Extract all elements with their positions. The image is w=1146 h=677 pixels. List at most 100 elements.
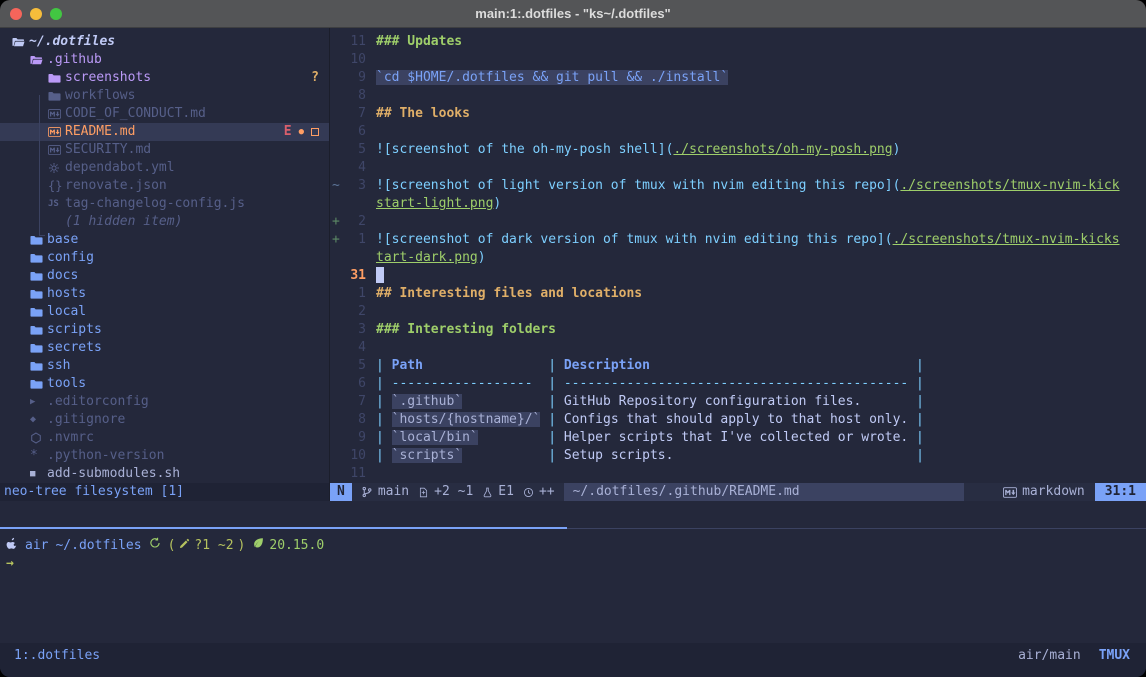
tree-item-hosts[interactable]: hosts	[0, 285, 329, 303]
script-file-icon: ■	[30, 465, 47, 483]
tree-item-github[interactable]: .github	[0, 51, 329, 69]
terminal-content: ~/.dotfiles.githubscreenshots?workflowsC…	[0, 28, 1146, 677]
terminal-empty-area	[0, 573, 1146, 643]
editor-line[interactable]: 5![screenshot of the oh-my-posh shell](.…	[330, 141, 1146, 159]
git-changes-segment: +2 ~1	[418, 483, 473, 501]
tree-item-docs[interactable]: docs	[0, 267, 329, 285]
sign-column	[330, 375, 342, 393]
editor-line[interactable]: +2	[330, 213, 1146, 231]
tree-item-gitignore[interactable]: ◆.gitignore	[0, 411, 329, 429]
asterisk-icon: *	[30, 447, 47, 465]
tree-item-label: (1 hidden item)	[65, 213, 182, 231]
editor-line[interactable]: 9| `local/bin` | Helper scripts that I'v…	[330, 429, 1146, 447]
file-tree: ~/.dotfiles.githubscreenshots?workflowsC…	[0, 28, 329, 483]
editor-line[interactable]: 31	[330, 267, 1146, 285]
leaf-icon	[252, 537, 264, 555]
line-number: 4	[342, 159, 366, 177]
editor-line[interactable]: 2	[330, 303, 1146, 321]
tree-item-readme-md[interactable]: README.mdE●	[0, 123, 329, 141]
tree-item-tag-changelog-config-js[interactable]: JStag-changelog-config.js	[0, 195, 329, 213]
tree-item-code-of-conduct-md[interactable]: CODE_OF_CONDUCT.md	[0, 105, 329, 123]
editor-line[interactable]: 8	[330, 87, 1146, 105]
sign-column	[330, 51, 342, 69]
tree-item-security-md[interactable]: SECURITY.md	[0, 141, 329, 159]
editor-line[interactable]: 10	[330, 51, 1146, 69]
editor-line[interactable]: 10| `scripts` | Setup scripts. |	[330, 447, 1146, 465]
folder-closed-icon	[30, 288, 47, 301]
tree-item-tools[interactable]: tools	[0, 375, 329, 393]
line-number: 11	[342, 465, 366, 483]
editor-line[interactable]: 6	[330, 123, 1146, 141]
line-number: 7	[342, 393, 366, 411]
text-segment-h2: ## The looks	[376, 106, 470, 121]
line-number: 5	[342, 141, 366, 159]
editor-line[interactable]: tart-dark.png)	[330, 249, 1146, 267]
line-text: | `.github` | GitHub Repository configur…	[376, 393, 924, 411]
git-close-paren: )	[238, 537, 246, 555]
tree-item-scripts[interactable]: scripts	[0, 321, 329, 339]
branch-name: main	[378, 483, 409, 501]
editor-line[interactable]: 7 | `.github` | GitHub Repository configu…	[330, 393, 1146, 411]
mode-indicator: N	[330, 483, 352, 501]
pane-border-active	[0, 527, 567, 529]
folder-closed-icon	[30, 360, 47, 373]
tmux-window-tab[interactable]: 1:.dotfiles	[14, 647, 100, 665]
tree-item-add-submodules-sh[interactable]: ■add-submodules.sh	[0, 465, 329, 483]
tree-item-workflows[interactable]: workflows	[0, 87, 329, 105]
text-segment-dash: ----------------------------------------…	[564, 376, 908, 391]
tree-item-renovate-json[interactable]: {}renovate.json	[0, 177, 329, 195]
editor-line[interactable]: 3### Interesting folders	[330, 321, 1146, 339]
git-branch-segment: main	[361, 483, 409, 501]
editor-line[interactable]: 11	[330, 465, 1146, 483]
tree-item-nvmrc[interactable]: .nvmrc	[0, 429, 329, 447]
editor-line[interactable]: 11### Updates	[330, 33, 1146, 51]
text-segment-punct: ![	[376, 232, 392, 247]
titlebar: main:1:.dotfiles - "ks~/.dotfiles"	[0, 0, 1146, 28]
gitsign-change: ~	[330, 177, 342, 195]
editor-line[interactable]: 6| ------------------ | ----------------…	[330, 375, 1146, 393]
file-diff-icon	[418, 487, 429, 498]
folder-closed-icon	[48, 90, 65, 103]
editor-line[interactable]: +1![screenshot of dark version of tmux w…	[330, 231, 1146, 249]
tree-item-dotfiles[interactable]: ~/.dotfiles	[0, 33, 329, 51]
tree-item-ssh[interactable]: ssh	[0, 357, 329, 375]
tree-item-python-version[interactable]: *.python-version	[0, 447, 329, 465]
editor-line[interactable]: 4	[330, 339, 1146, 357]
sign-column	[330, 411, 342, 429]
pane-border[interactable]	[0, 527, 1146, 529]
text-segment-h2: ## Interesting files and locations	[376, 286, 642, 301]
text-segment-cell: Configs that should apply to that host o…	[564, 412, 908, 427]
editor-line[interactable]: ~3![screenshot of light version of tmux …	[330, 177, 1146, 195]
flask-icon	[482, 487, 493, 498]
line-text: ## Interesting files and locations	[376, 285, 642, 303]
text-segment-h3: ### Updates	[376, 34, 462, 49]
tree-item-screenshots[interactable]: screenshots?	[0, 69, 329, 87]
line-number: 3	[342, 321, 366, 339]
editor-line[interactable]: start-light.png)	[330, 195, 1146, 213]
editor-line[interactable]: 5| Path | Description |	[330, 357, 1146, 375]
editor-line[interactable]: 7## The looks	[330, 105, 1146, 123]
tree-item-secrets[interactable]: secrets	[0, 339, 329, 357]
text-segment-pipe: |	[908, 448, 924, 463]
line-number: 5	[342, 357, 366, 375]
editor-line[interactable]: 9`cd $HOME/.dotfiles && git pull && ./in…	[330, 69, 1146, 87]
sign-column	[330, 69, 342, 87]
editor-line[interactable]: 1## Interesting files and locations	[330, 285, 1146, 303]
text-segment-plain	[462, 394, 540, 409]
editor-line[interactable]: 8| `hosts/{hostname}/` | Configs that sh…	[330, 411, 1146, 429]
tmux-badge: TMUX	[1099, 647, 1130, 665]
tree-item-label: scripts	[47, 321, 102, 339]
folder-closed-icon	[30, 342, 47, 355]
text-segment-punct: )	[478, 250, 486, 265]
editor-buffer[interactable]: 11### Updates109`cd $HOME/.dotfiles && g…	[330, 28, 1146, 483]
folder-closed-icon	[30, 306, 47, 319]
tree-item-config[interactable]: config	[0, 249, 329, 267]
tree-item-base[interactable]: base	[0, 231, 329, 249]
editor-line[interactable]: 4	[330, 159, 1146, 177]
tree-item-dependabot-yml[interactable]: dependabot.yml	[0, 159, 329, 177]
line-text: `cd $HOME/.dotfiles && git pull && ./ins…	[376, 69, 728, 87]
indent-guide-corner	[39, 235, 45, 236]
shell-prompt[interactable]: air ~/.dotfiles (?1 ~2) 20.15.0	[0, 537, 1146, 555]
tree-item-local[interactable]: local	[0, 303, 329, 321]
tree-item-editorconfig[interactable]: ▶.editorconfig	[0, 393, 329, 411]
